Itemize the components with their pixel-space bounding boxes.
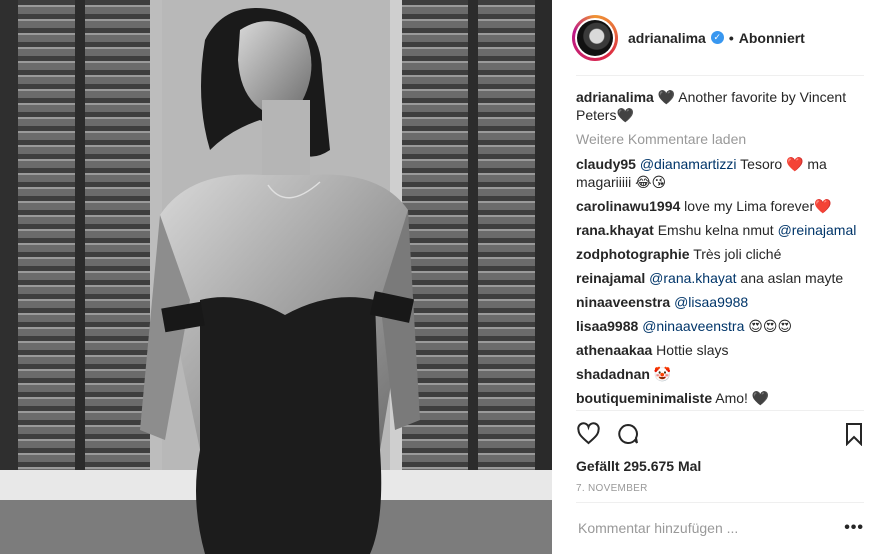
comment-username[interactable]: boutiqueminimaliste [576, 390, 712, 406]
bookmark-icon[interactable] [844, 422, 864, 449]
comment-username[interactable]: carolinawu1994 [576, 198, 680, 214]
comment-mention[interactable]: @dianamartizzi [640, 156, 737, 172]
add-comment-bar: ••• [576, 502, 864, 554]
comment-item: rana.khayat Emshu kelna nmut @reinajamal [576, 221, 864, 239]
comment-mention[interactable]: @lisaa9988 [674, 294, 748, 310]
follow-status-button[interactable]: Abonniert [739, 30, 805, 46]
comment-item: athenaakaa Hottie slays [576, 341, 864, 359]
comment-text: Hottie slays [656, 342, 729, 358]
header-username[interactable]: adrianalima [628, 30, 706, 46]
more-options-icon[interactable]: ••• [844, 519, 864, 537]
comment-mention[interactable]: @reinajamal [778, 222, 857, 238]
comment-bubble-icon[interactable] [616, 422, 640, 449]
comment-username[interactable]: rana.khayat [576, 222, 654, 238]
comment-username[interactable]: lisaa9988 [576, 318, 638, 334]
comment-mention[interactable]: @ninaaveenstra [642, 318, 744, 334]
comment-item: reinajamal @rana.khayat ana aslan mayte [576, 269, 864, 287]
comment-text: Très joli cliché [693, 246, 782, 262]
comment-text: 🤡 [653, 366, 672, 382]
comment-item: claudy95 @dianamartizzi Tesoro ❤️ ma mag… [576, 155, 864, 191]
comment-item: boutiqueminimaliste Amo! 🖤 [576, 389, 864, 407]
comment-username[interactable]: reinajamal [576, 270, 645, 286]
header-separator: • [728, 29, 734, 46]
post-sidebar: adrianalima ✓ • Abonniert adrianalima 🖤 … [552, 0, 884, 554]
comment-text: Amo! 🖤 [715, 390, 770, 406]
comment-input[interactable] [576, 519, 820, 537]
action-bar [576, 410, 864, 457]
comment-username[interactable]: zodphotographie [576, 246, 690, 262]
post-header: adrianalima ✓ • Abonniert [572, 0, 864, 76]
story-ring[interactable] [572, 14, 618, 61]
comments-list: adrianalima 🖤 Another favorite by Vincen… [576, 76, 864, 410]
post: adrianalima ✓ • Abonniert adrianalima 🖤 … [0, 0, 884, 554]
likes-count[interactable]: Gefällt 295.675 Mal [576, 457, 864, 475]
load-more-comments-link[interactable]: Weitere Kommentare laden [576, 130, 864, 148]
comment-username[interactable]: athenaakaa [576, 342, 652, 358]
comment-username[interactable]: shadadnan [576, 366, 650, 382]
post-photo[interactable] [0, 0, 552, 554]
verified-check-icon: ✓ [710, 31, 724, 44]
post-date[interactable]: 7. NOVEMBER [576, 483, 864, 503]
comment-item: lisaa9988 @ninaaveenstra 😍😍😍 [576, 317, 864, 335]
caption: adrianalima 🖤 Another favorite by Vincen… [576, 88, 864, 124]
comment-item: carolinawu1994 love my Lima forever❤️ [576, 197, 864, 215]
comment-item: shadadnan 🤡 [576, 365, 864, 383]
avatar[interactable] [575, 17, 615, 58]
photo-illustration [0, 0, 552, 554]
comment-text: ana aslan mayte [736, 270, 844, 286]
comment-text: 😍😍😍 [744, 318, 793, 334]
comment-text: love my Lima forever❤️ [684, 198, 832, 214]
avatar-image [577, 19, 613, 56]
comment-username[interactable]: claudy95 [576, 156, 636, 172]
comment-item: zodphotographie Très joli cliché [576, 245, 864, 263]
comment-username[interactable]: ninaaveenstra [576, 294, 670, 310]
caption-username[interactable]: adrianalima [576, 89, 654, 105]
comment-text: Emshu kelna nmut [657, 222, 778, 238]
comment-mention[interactable]: @rana.khayat [649, 270, 736, 286]
comment-item: ninaaveenstra @lisaa9988 [576, 293, 864, 311]
heart-icon[interactable] [576, 422, 601, 449]
